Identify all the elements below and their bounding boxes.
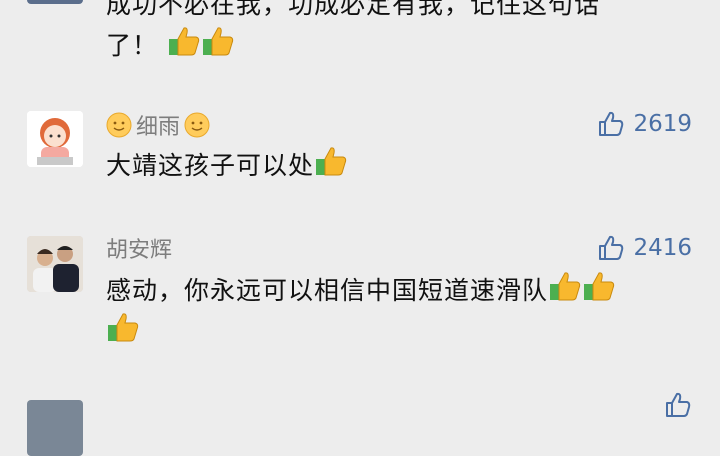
like-button[interactable] xyxy=(664,390,692,420)
commenter-name-label: 细雨 xyxy=(136,115,181,140)
avatar-illustration-icon xyxy=(27,111,83,167)
avatar[interactable] xyxy=(27,111,83,167)
comment-item xyxy=(0,392,720,456)
thumbs-up-outline-icon xyxy=(599,235,624,260)
like-count: 2619 xyxy=(633,111,692,137)
thumbs-up-emoji-icon xyxy=(584,272,615,301)
thumbs-up-emoji-icon xyxy=(316,147,347,176)
commenter-name[interactable]: 胡安辉 xyxy=(106,233,172,263)
thumbs-up-emoji-icon xyxy=(168,27,200,56)
comment-item: 胡安辉 2416 感动，你永远可以相信中国短道速滑队 xyxy=(0,233,720,353)
comment-text: 大靖这孩子可以处 xyxy=(106,144,680,185)
avatar[interactable] xyxy=(27,0,83,4)
comment-text-content: 大靖这孩子可以处 xyxy=(106,151,315,180)
avatar[interactable] xyxy=(27,400,83,456)
comment-item: 细雨 2619 大靖这孩子可以处 xyxy=(0,108,720,198)
avatar[interactable] xyxy=(27,236,83,292)
smile-emoji-icon xyxy=(106,112,132,138)
thumbs-up-emoji-icon xyxy=(202,27,234,56)
like-button[interactable]: 2619 xyxy=(597,109,692,139)
comment-text-line: 成功不必在我，功成必定有我，记住这句话 xyxy=(106,0,601,19)
like-count: 2416 xyxy=(633,235,692,261)
smile-emoji-icon xyxy=(184,112,210,138)
avatar-photo-icon xyxy=(27,236,83,292)
thumbs-up-outline-icon xyxy=(666,392,691,417)
thumbs-up-emoji-icon xyxy=(550,272,581,301)
thumbs-up-outline-icon xyxy=(599,111,624,136)
commenter-name-label: 胡安辉 xyxy=(106,238,173,263)
comment-text: 感动，你永远可以相信中国短道速滑队 xyxy=(106,269,680,351)
commenter-name[interactable]: 细雨 xyxy=(106,110,210,140)
comment-text-line: 了！ xyxy=(106,31,159,60)
comment-item: 成功不必在我，功成必定有我，记住这句话 了！ xyxy=(0,0,720,70)
thumbs-up-emoji-icon xyxy=(108,313,139,342)
comment-text-content: 感动，你永远可以相信中国短道速滑队 xyxy=(106,276,549,305)
like-button[interactable]: 2416 xyxy=(597,233,692,263)
comment-text: 成功不必在我，功成必定有我，记住这句话 了！ xyxy=(106,0,680,65)
